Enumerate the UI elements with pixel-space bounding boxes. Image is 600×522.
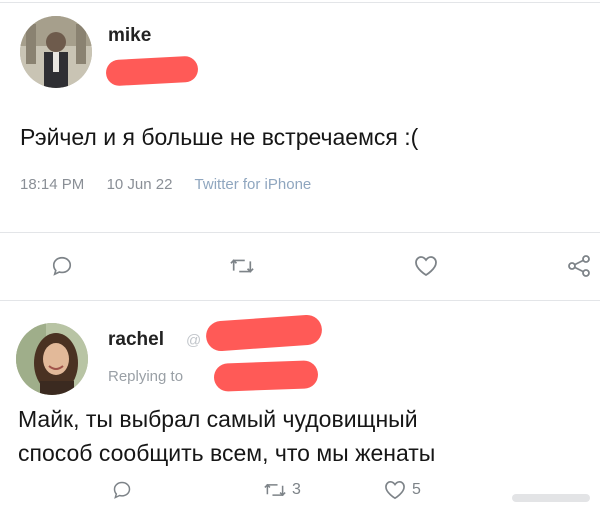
tweet-meta: 18:14 PM 10 Jun 22 Twitter for iPhone <box>20 176 311 193</box>
share-icon[interactable] <box>567 254 591 278</box>
top-divider <box>0 2 600 3</box>
reply-author-name[interactable]: rachel <box>108 329 164 351</box>
rachel-avatar[interactable] <box>16 323 88 395</box>
replying-to-label: Replying to <box>108 368 184 385</box>
tweet-client[interactable]: Twitter for iPhone <box>195 176 312 193</box>
divider <box>0 232 600 233</box>
retweet-count: 3 <box>292 481 301 498</box>
reply-text-line-1: Майк, ты выбрал самый чудовищный <box>18 406 418 432</box>
redacted-mention <box>213 360 319 392</box>
reply-handle-prefix: @ <box>186 332 202 349</box>
watermark-smudge <box>512 494 590 502</box>
redacted-handle <box>205 313 323 353</box>
tweet-time: 18:14 PM <box>20 176 85 193</box>
mike-avatar[interactable] <box>20 16 92 88</box>
retweet-icon[interactable] <box>264 480 286 500</box>
tweet-author-name[interactable]: mike <box>108 25 151 47</box>
reply-icon[interactable] <box>112 480 132 500</box>
redacted-handle <box>105 55 199 87</box>
like-icon[interactable] <box>414 255 438 277</box>
reply-icon[interactable] <box>51 255 73 277</box>
tweet-date: 10 Jun 22 <box>106 176 173 193</box>
like-count: 5 <box>412 481 421 498</box>
reply-text-line-2: способ сообщить всем, что мы женаты <box>18 440 436 466</box>
tweet-text: Рэйчел и я больше не встречаемся :( <box>20 124 419 150</box>
divider <box>0 300 600 301</box>
like-icon[interactable] <box>384 480 406 500</box>
retweet-icon[interactable] <box>230 255 254 277</box>
